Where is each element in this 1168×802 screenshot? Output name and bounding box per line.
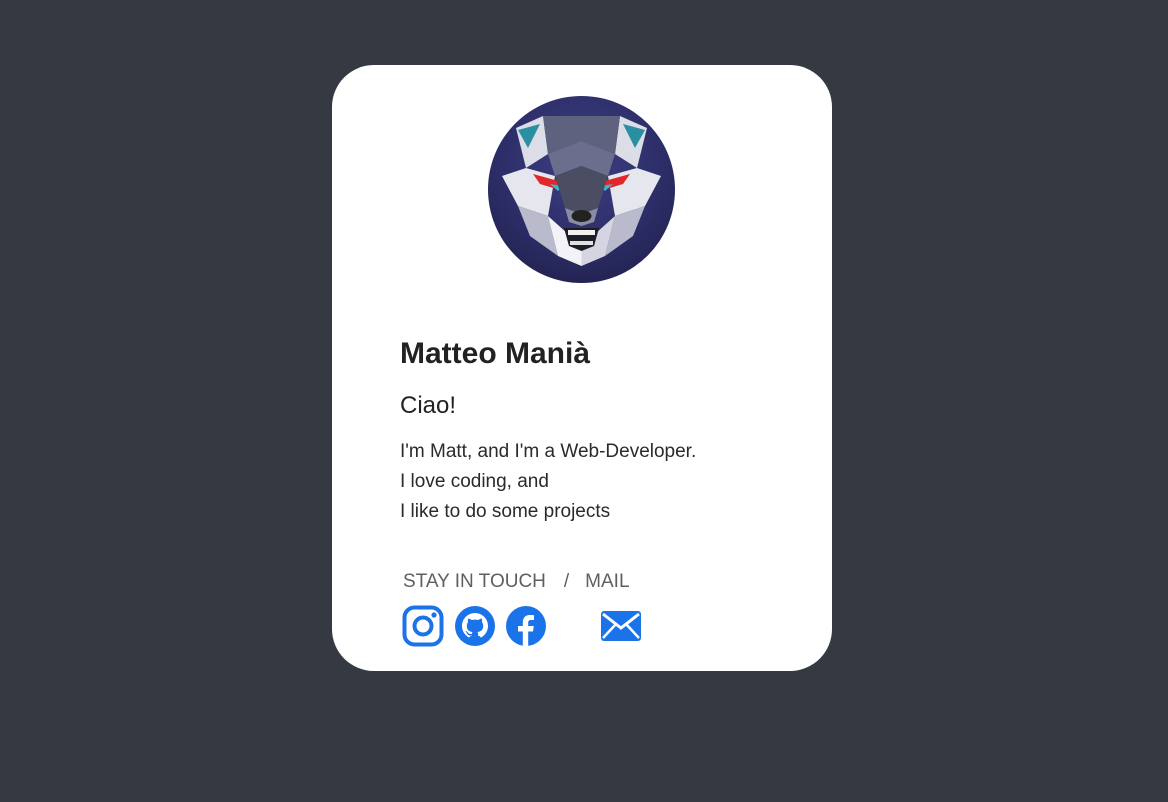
- stay-in-touch-label: STAY IN TOUCH: [403, 571, 546, 592]
- instagram-link[interactable]: [402, 605, 444, 647]
- instagram-icon: [402, 605, 444, 647]
- wolf-avatar-icon: [502, 116, 661, 266]
- facebook-icon: [506, 606, 546, 646]
- greeting-text: Ciao!: [400, 392, 457, 419]
- profile-card: Matteo Manià Ciao! I'm Matt, and I'm a W…: [332, 65, 832, 671]
- mail-label: MAIL: [585, 571, 630, 592]
- contact-heading: STAY IN TOUCH / MAIL: [403, 571, 630, 593]
- avatar: [488, 96, 675, 283]
- github-icon: [455, 606, 495, 646]
- bio-line: I like to do some projects: [400, 501, 611, 522]
- profile-name: Matteo Manià: [400, 337, 591, 370]
- separator: /: [563, 571, 570, 592]
- facebook-link[interactable]: [505, 605, 547, 647]
- github-link[interactable]: [454, 605, 496, 647]
- bio-line: I love coding, and: [400, 471, 549, 492]
- mail-link[interactable]: [600, 605, 642, 647]
- mail-icon: [601, 611, 641, 641]
- bio-text: I'm Matt, and I'm a Web-Developer. I lov…: [400, 437, 696, 527]
- bio-line: I'm Matt, and I'm a Web-Developer.: [400, 441, 697, 462]
